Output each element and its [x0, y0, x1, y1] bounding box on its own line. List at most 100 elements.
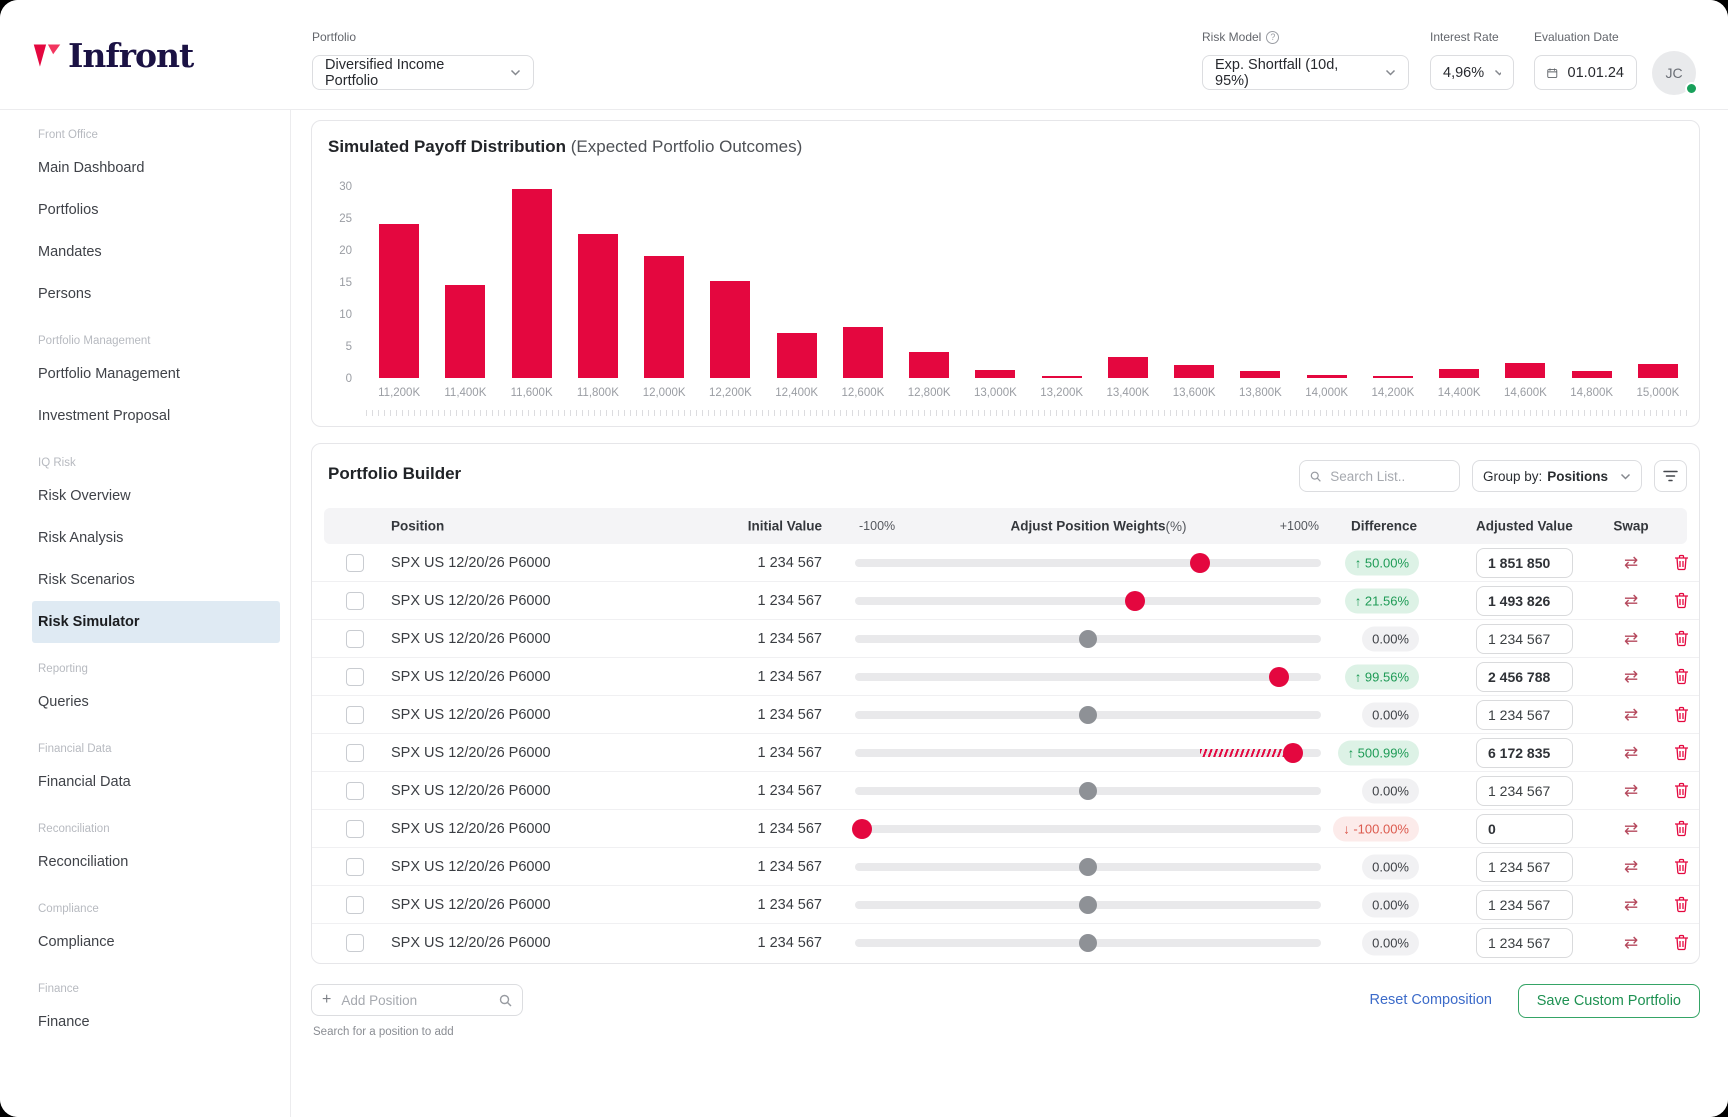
- slider-handle[interactable]: [1079, 934, 1097, 952]
- save-custom-portfolio-button[interactable]: Save Custom Portfolio: [1517, 984, 1700, 1018]
- adjusted-value-input[interactable]: 0: [1476, 813, 1573, 844]
- swap-button[interactable]: ⇄: [1617, 667, 1645, 687]
- position-name: SPX US 12/20/26 P6000: [391, 782, 551, 799]
- row-checkbox[interactable]: [346, 895, 364, 914]
- slider-handle[interactable]: [1189, 552, 1210, 573]
- reset-composition-link[interactable]: Reset Composition: [1370, 992, 1493, 1008]
- slider-handle[interactable]: [1079, 705, 1097, 724]
- slider-handle[interactable]: [1269, 666, 1290, 687]
- row-checkbox[interactable]: [346, 743, 364, 762]
- delete-button[interactable]: [1674, 744, 1692, 761]
- adjusted-value-input[interactable]: 1 234 567: [1476, 851, 1573, 882]
- delete-button[interactable]: [1674, 706, 1692, 723]
- sidebar-item-compliance[interactable]: Compliance: [0, 921, 290, 963]
- position-name: SPX US 12/20/26 P6000: [391, 744, 551, 761]
- slider-handle[interactable]: [1079, 895, 1097, 914]
- row-checkbox[interactable]: [346, 591, 364, 610]
- adjusted-value-input[interactable]: 6 172 835: [1476, 737, 1573, 768]
- delete-button[interactable]: [1674, 934, 1692, 952]
- row-checkbox[interactable]: [346, 705, 364, 724]
- sidebar-item-mandates[interactable]: Mandates: [0, 231, 290, 273]
- sidebar-item-persons[interactable]: Persons: [0, 273, 290, 315]
- sidebar-item-risk-scenarios[interactable]: Risk Scenarios: [0, 559, 290, 601]
- position-weight-slider[interactable]: [855, 742, 1321, 763]
- delete-button[interactable]: [1674, 782, 1692, 799]
- row-checkbox[interactable]: [346, 857, 364, 876]
- position-weight-slider[interactable]: [851, 818, 1321, 839]
- row-checkbox[interactable]: [346, 553, 364, 572]
- swap-button[interactable]: ⇄: [1617, 819, 1645, 839]
- sidebar-item-risk-simulator[interactable]: Risk Simulator: [32, 601, 280, 643]
- table-row: SPX US 12/20/26 P6000 1 234 567 0.00% 1 234…: [312, 886, 1699, 924]
- search-list-box[interactable]: [1299, 460, 1460, 492]
- interest-rate-dropdown[interactable]: 4,96%: [1430, 55, 1514, 90]
- position-weight-slider[interactable]: [855, 781, 1321, 801]
- position-weight-slider[interactable]: [855, 895, 1321, 915]
- sidebar-item-main-dashboard[interactable]: Main Dashboard: [0, 147, 290, 189]
- adjusted-value-input[interactable]: 1 234 567: [1476, 889, 1573, 920]
- delete-button[interactable]: [1674, 858, 1692, 875]
- evaluation-date-picker[interactable]: 01.01.24: [1534, 55, 1637, 90]
- sidebar-item-risk-overview[interactable]: Risk Overview: [0, 475, 290, 517]
- position-weight-slider[interactable]: [855, 857, 1321, 877]
- slider-handle[interactable]: [1283, 742, 1304, 763]
- swap-button[interactable]: ⇄: [1617, 857, 1645, 877]
- search-list-input[interactable]: [1328, 467, 1449, 485]
- swap-button[interactable]: ⇄: [1617, 591, 1645, 611]
- slider-handle[interactable]: [1079, 629, 1097, 648]
- sidebar-item-queries[interactable]: Queries: [0, 681, 290, 723]
- row-checkbox[interactable]: [346, 629, 364, 648]
- slider-handle[interactable]: [1079, 781, 1097, 800]
- delete-button[interactable]: [1674, 820, 1692, 837]
- slider-handle[interactable]: [1079, 857, 1097, 876]
- row-checkbox[interactable]: [346, 667, 364, 686]
- delete-button[interactable]: [1674, 554, 1692, 571]
- position-weight-slider[interactable]: [855, 629, 1321, 649]
- adjusted-value-input[interactable]: 1 493 826: [1476, 585, 1573, 616]
- position-weight-slider[interactable]: [855, 666, 1321, 687]
- row-checkbox[interactable]: [346, 781, 364, 800]
- delete-button[interactable]: [1674, 896, 1692, 913]
- sidebar-item-portfolio-management[interactable]: Portfolio Management: [0, 353, 290, 395]
- help-icon[interactable]: ?: [1266, 30, 1280, 44]
- row-checkbox[interactable]: [346, 934, 364, 952]
- sidebar-item-risk-analysis[interactable]: Risk Analysis: [0, 517, 290, 559]
- delete-button[interactable]: [1674, 592, 1692, 609]
- risk-model-dropdown[interactable]: Exp. Shortfall (10d, 95%): [1202, 55, 1409, 90]
- adjusted-value-input[interactable]: 1 234 567: [1476, 775, 1573, 806]
- swap-button[interactable]: ⇄: [1617, 933, 1645, 953]
- add-position-input[interactable]: [339, 991, 491, 1009]
- swap-button[interactable]: ⇄: [1617, 629, 1645, 649]
- delete-button[interactable]: [1674, 630, 1692, 647]
- portfolio-dropdown[interactable]: Diversified Income Portfolio: [312, 55, 534, 90]
- slider-handle[interactable]: [1124, 590, 1145, 611]
- position-weight-slider[interactable]: [855, 552, 1321, 573]
- swap-button[interactable]: ⇄: [1617, 895, 1645, 915]
- adjusted-value-input[interactable]: 1 851 850: [1476, 547, 1573, 578]
- sidebar-item-financial-data[interactable]: Financial Data: [0, 761, 290, 803]
- swap-button[interactable]: ⇄: [1617, 553, 1645, 573]
- position-weight-slider[interactable]: [855, 705, 1321, 725]
- sidebar-item-investment-proposal[interactable]: Investment Proposal: [0, 395, 290, 437]
- adjusted-value-input[interactable]: 1 234 567: [1476, 623, 1573, 654]
- difference-badge: ↑ 500.99%: [1337, 740, 1419, 765]
- position-weight-slider[interactable]: [855, 933, 1321, 953]
- group-by-dropdown[interactable]: Group by: Positions: [1472, 460, 1642, 492]
- adjusted-value-input[interactable]: 1 234 567: [1476, 699, 1573, 730]
- filter-button[interactable]: [1654, 460, 1687, 492]
- add-position-box[interactable]: +: [311, 984, 523, 1016]
- adjusted-value-input[interactable]: 1 234 567: [1476, 928, 1573, 958]
- row-checkbox[interactable]: [346, 819, 364, 838]
- slider-handle[interactable]: [851, 818, 872, 839]
- adjusted-value-input[interactable]: 2 456 788: [1476, 661, 1573, 692]
- sidebar-item-finance[interactable]: Finance: [0, 1001, 290, 1043]
- swap-button[interactable]: ⇄: [1617, 705, 1645, 725]
- initial-value: 1 234 567: [757, 896, 822, 913]
- swap-button[interactable]: ⇄: [1617, 743, 1645, 763]
- sidebar-item-portfolios[interactable]: Portfolios: [0, 189, 290, 231]
- sidebar-item-reconciliation[interactable]: Reconciliation: [0, 841, 290, 883]
- avatar[interactable]: JC: [1652, 51, 1698, 95]
- position-weight-slider[interactable]: [855, 590, 1321, 611]
- delete-button[interactable]: [1674, 668, 1692, 685]
- swap-button[interactable]: ⇄: [1617, 781, 1645, 801]
